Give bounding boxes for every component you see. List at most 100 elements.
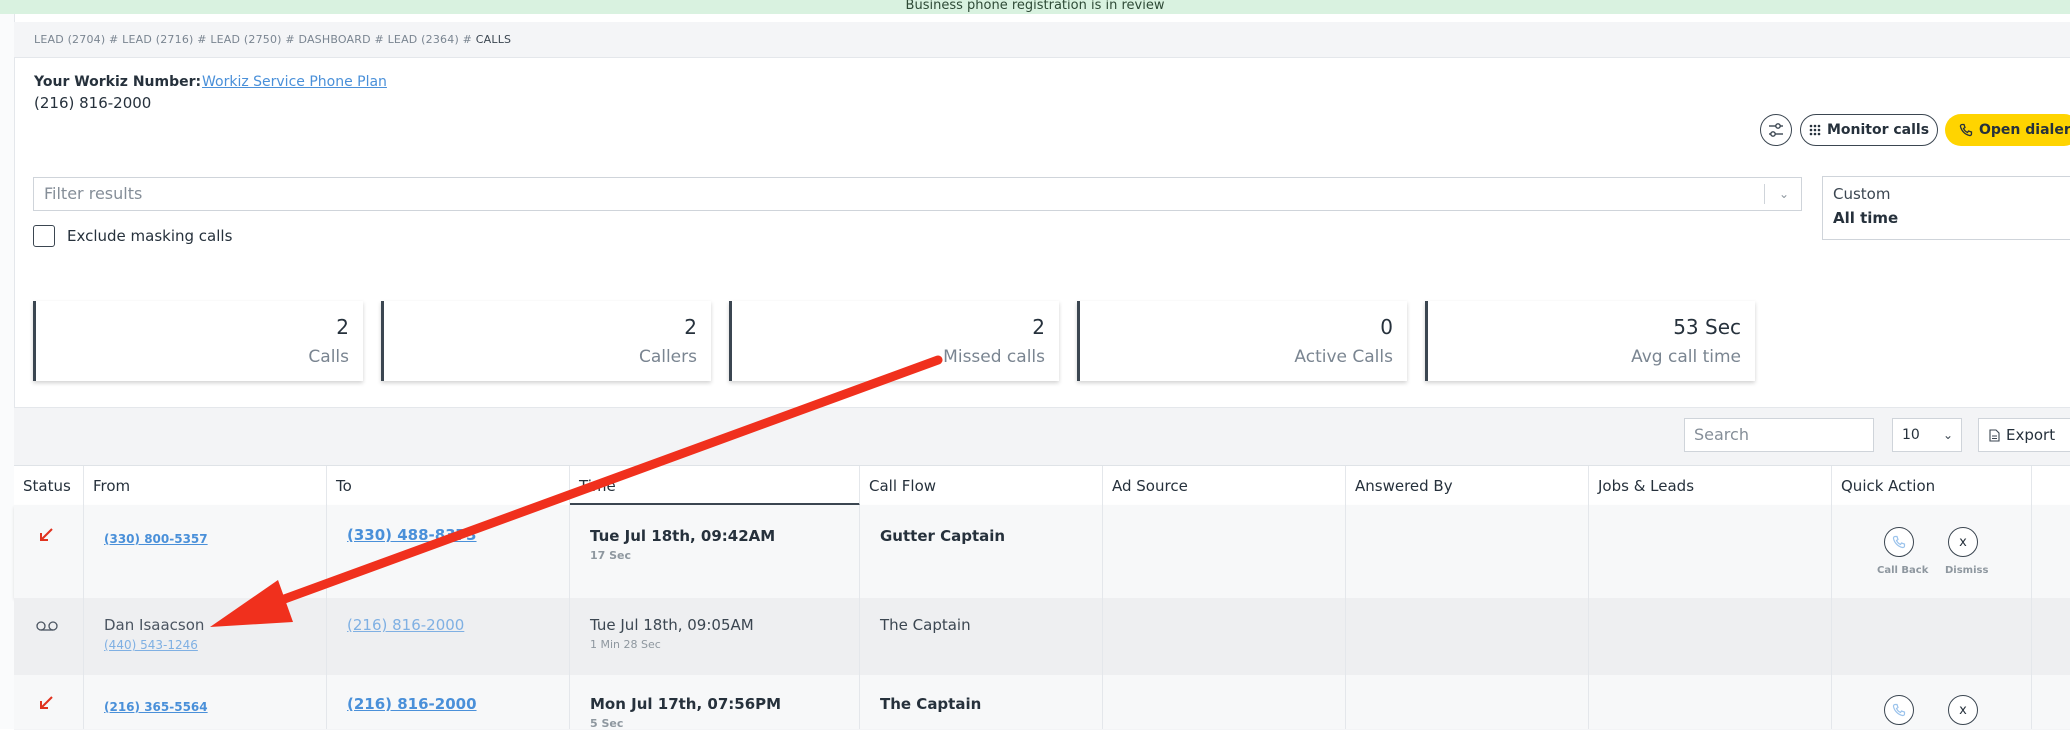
dismiss-button[interactable]: x <box>1948 527 1978 557</box>
stat-active-calls: 0 Active Calls <box>1077 301 1407 381</box>
call-time: Tue Jul 18th, 09:05AM <box>590 616 754 634</box>
missed-call-arrow-icon <box>40 696 53 709</box>
jobs-leads-cell <box>1589 598 1832 675</box>
stat-calls: 2 Calls <box>33 301 363 381</box>
close-icon: x <box>1959 534 1967 550</box>
caller-name[interactable]: Dan Isaacson <box>104 616 204 634</box>
search-placeholder: Search <box>1694 425 1749 444</box>
missed-call-arrow-icon <box>40 528 53 541</box>
date-range-picker[interactable]: Custom All time <box>1822 176 2070 240</box>
answered-by-cell <box>1346 598 1589 675</box>
monitor-calls-label: Monitor calls <box>1826 122 1930 138</box>
call-back-button[interactable] <box>1884 527 1914 557</box>
table-row[interactable]: (216) 365-5564 (216) 816-2000 Mon Jul 17… <box>14 675 2070 730</box>
call-back-label: Call Back <box>1877 565 1929 576</box>
status-banner: Business phone registration is in review <box>0 0 2070 14</box>
ad-source-cell <box>1103 675 1346 729</box>
table-row[interactable]: (330) 800-5357 (330) 488-8373 Tue Jul 18… <box>14 505 2070 598</box>
stat-label: Active Calls <box>1294 347 1393 367</box>
to-number-link[interactable]: (330) 488-8373 <box>347 526 477 544</box>
ad-source-cell <box>1103 505 1346 598</box>
filter-results-input[interactable]: Filter results ⌄ <box>33 177 1802 211</box>
stat-label: Missed calls <box>943 347 1045 367</box>
stat-callers: 2 Callers <box>381 301 711 381</box>
dismiss-button[interactable]: x <box>1948 695 1978 725</box>
to-number-link[interactable]: (216) 816-2000 <box>347 616 464 634</box>
workiz-number: (216) 816-2000 <box>34 94 152 112</box>
stat-missed-calls: 2 Missed calls <box>729 301 1059 381</box>
stat-value: 53 Sec <box>1673 315 1741 339</box>
table-search-input[interactable]: Search <box>1684 418 1874 452</box>
call-flow: The Captain <box>880 616 971 634</box>
phone-icon <box>1959 123 1973 137</box>
stat-value: 2 <box>1032 315 1045 339</box>
stat-value: 0 <box>1380 315 1393 339</box>
call-flow: Gutter Captain <box>880 527 1006 545</box>
exclude-masking-label: Exclude masking calls <box>67 227 233 245</box>
breadcrumb-current: CALLS <box>475 33 512 46</box>
date-range-mode: Custom <box>1833 185 1891 203</box>
quick-action-cell <box>1832 598 2032 675</box>
column-call-flow[interactable]: Call Flow <box>860 466 1103 506</box>
workiz-number-label: Your Workiz Number: <box>34 74 202 90</box>
from-number-link[interactable]: (216) 365-5564 <box>104 700 208 714</box>
page-size-value: 10 <box>1902 427 1920 443</box>
stat-label: Callers <box>638 347 697 367</box>
chevron-down-icon: ⌄ <box>1942 428 1953 442</box>
phone-icon <box>1892 703 1906 717</box>
call-time: Mon Jul 17th, 07:56PM <box>590 695 782 713</box>
jobs-leads-cell <box>1589 675 1832 729</box>
column-from[interactable]: From <box>84 466 327 506</box>
call-back-button[interactable] <box>1884 695 1914 725</box>
stat-value: 2 <box>336 315 349 339</box>
call-duration: 17 Sec <box>590 549 632 562</box>
filter-separator <box>1764 184 1765 204</box>
export-button[interactable]: Export <box>1978 418 2070 452</box>
table-row[interactable]: Dan Isaacson (440) 543-1246 (216) 816-20… <box>14 598 2070 675</box>
keypad-icon <box>1809 124 1821 136</box>
stat-label: Calls <box>308 347 349 367</box>
column-jobs-leads[interactable]: Jobs & Leads <box>1589 466 1832 506</box>
from-number-link[interactable]: (330) 800-5357 <box>104 532 208 546</box>
page-size-select[interactable]: 10 ⌄ <box>1892 418 1962 452</box>
column-to[interactable]: To <box>327 466 570 506</box>
call-duration: 1 Min 28 Sec <box>590 638 661 651</box>
table-header: Status From To Time Call Flow Ad Source … <box>14 465 2070 507</box>
filter-sliders-icon <box>1769 123 1783 137</box>
answered-by-cell <box>1346 505 1589 598</box>
phone-icon <box>1892 535 1906 549</box>
open-dialer-button[interactable]: Open dialer <box>1945 114 2070 146</box>
column-quick-action[interactable]: Quick Action <box>1832 466 2032 506</box>
close-icon: x <box>1959 702 1967 718</box>
filter-placeholder: Filter results <box>44 184 143 203</box>
export-label: Export <box>2006 426 2056 444</box>
answered-by-cell <box>1346 675 1589 729</box>
column-answered-by[interactable]: Answered By <box>1346 466 1589 506</box>
stat-value: 2 <box>684 315 697 339</box>
ad-source-cell <box>1103 598 1346 675</box>
breadcrumb-trail[interactable]: LEAD (2704) # LEAD (2716) # LEAD (2750) … <box>34 33 476 46</box>
jobs-leads-cell <box>1589 505 1832 598</box>
breadcrumb: LEAD (2704) # LEAD (2716) # LEAD (2750) … <box>14 22 2070 58</box>
stat-avg-call-time: 53 Sec Avg call time <box>1425 301 1755 381</box>
call-time: Tue Jul 18th, 09:42AM <box>590 527 776 545</box>
stat-label: Avg call time <box>1631 347 1741 367</box>
voicemail-icon <box>36 621 58 631</box>
column-time[interactable]: Time <box>570 466 860 506</box>
exclude-masking-checkbox[interactable] <box>33 225 55 247</box>
call-duration: 5 Sec <box>590 717 624 730</box>
from-number-link[interactable]: (440) 543-1246 <box>104 638 198 652</box>
column-ad-source[interactable]: Ad Source <box>1103 466 1346 506</box>
open-dialer-label: Open dialer <box>1979 122 2070 138</box>
date-range-value: All time <box>1833 209 1899 227</box>
call-settings-button[interactable] <box>1760 114 1792 146</box>
to-number-link[interactable]: (216) 816-2000 <box>347 695 477 713</box>
chevron-down-icon[interactable]: ⌄ <box>1779 178 1789 210</box>
document-icon <box>1989 428 2000 442</box>
column-status[interactable]: Status <box>14 466 84 506</box>
call-flow: The Captain <box>880 695 982 713</box>
monitor-calls-button[interactable]: Monitor calls <box>1800 114 1938 146</box>
dismiss-label: Dismiss <box>1945 565 1989 576</box>
left-rail <box>0 14 15 729</box>
phone-plan-link[interactable]: Workiz Service Phone Plan <box>202 74 387 90</box>
